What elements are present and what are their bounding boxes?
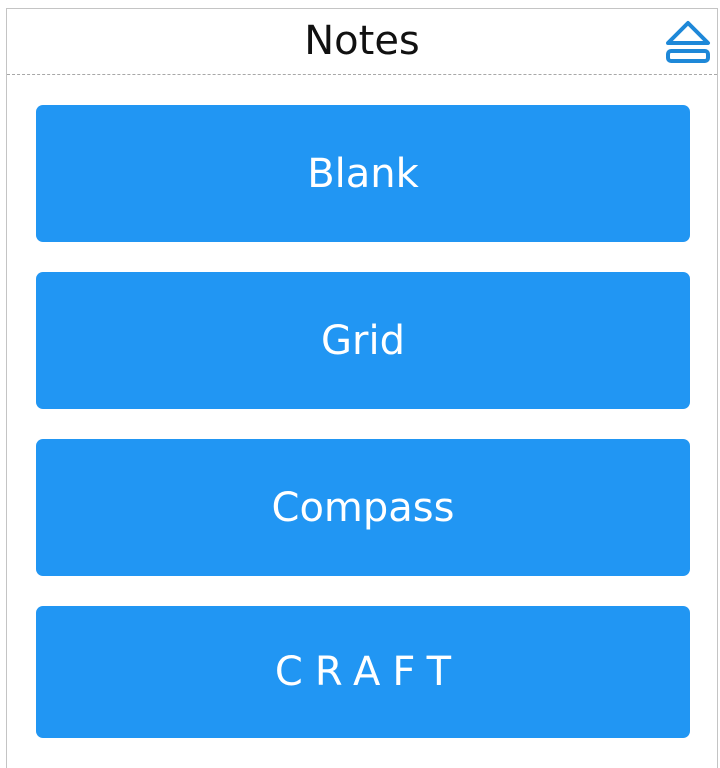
blank-button-label: Blank bbox=[307, 150, 419, 197]
craft-button-label: CRAFT bbox=[274, 649, 464, 695]
eject-icon[interactable] bbox=[663, 19, 713, 65]
grid-button[interactable]: Grid bbox=[36, 272, 690, 409]
craft-button[interactable]: CRAFT bbox=[36, 606, 690, 738]
blank-button[interactable]: Blank bbox=[36, 105, 690, 242]
notes-panel: Notes Blank Grid Compass CRAFT bbox=[6, 8, 718, 768]
panel-header: Notes bbox=[7, 9, 717, 75]
compass-button[interactable]: Compass bbox=[36, 439, 690, 576]
compass-button-label: Compass bbox=[271, 484, 455, 531]
page-title: Notes bbox=[304, 18, 420, 64]
grid-button-label: Grid bbox=[321, 317, 405, 364]
